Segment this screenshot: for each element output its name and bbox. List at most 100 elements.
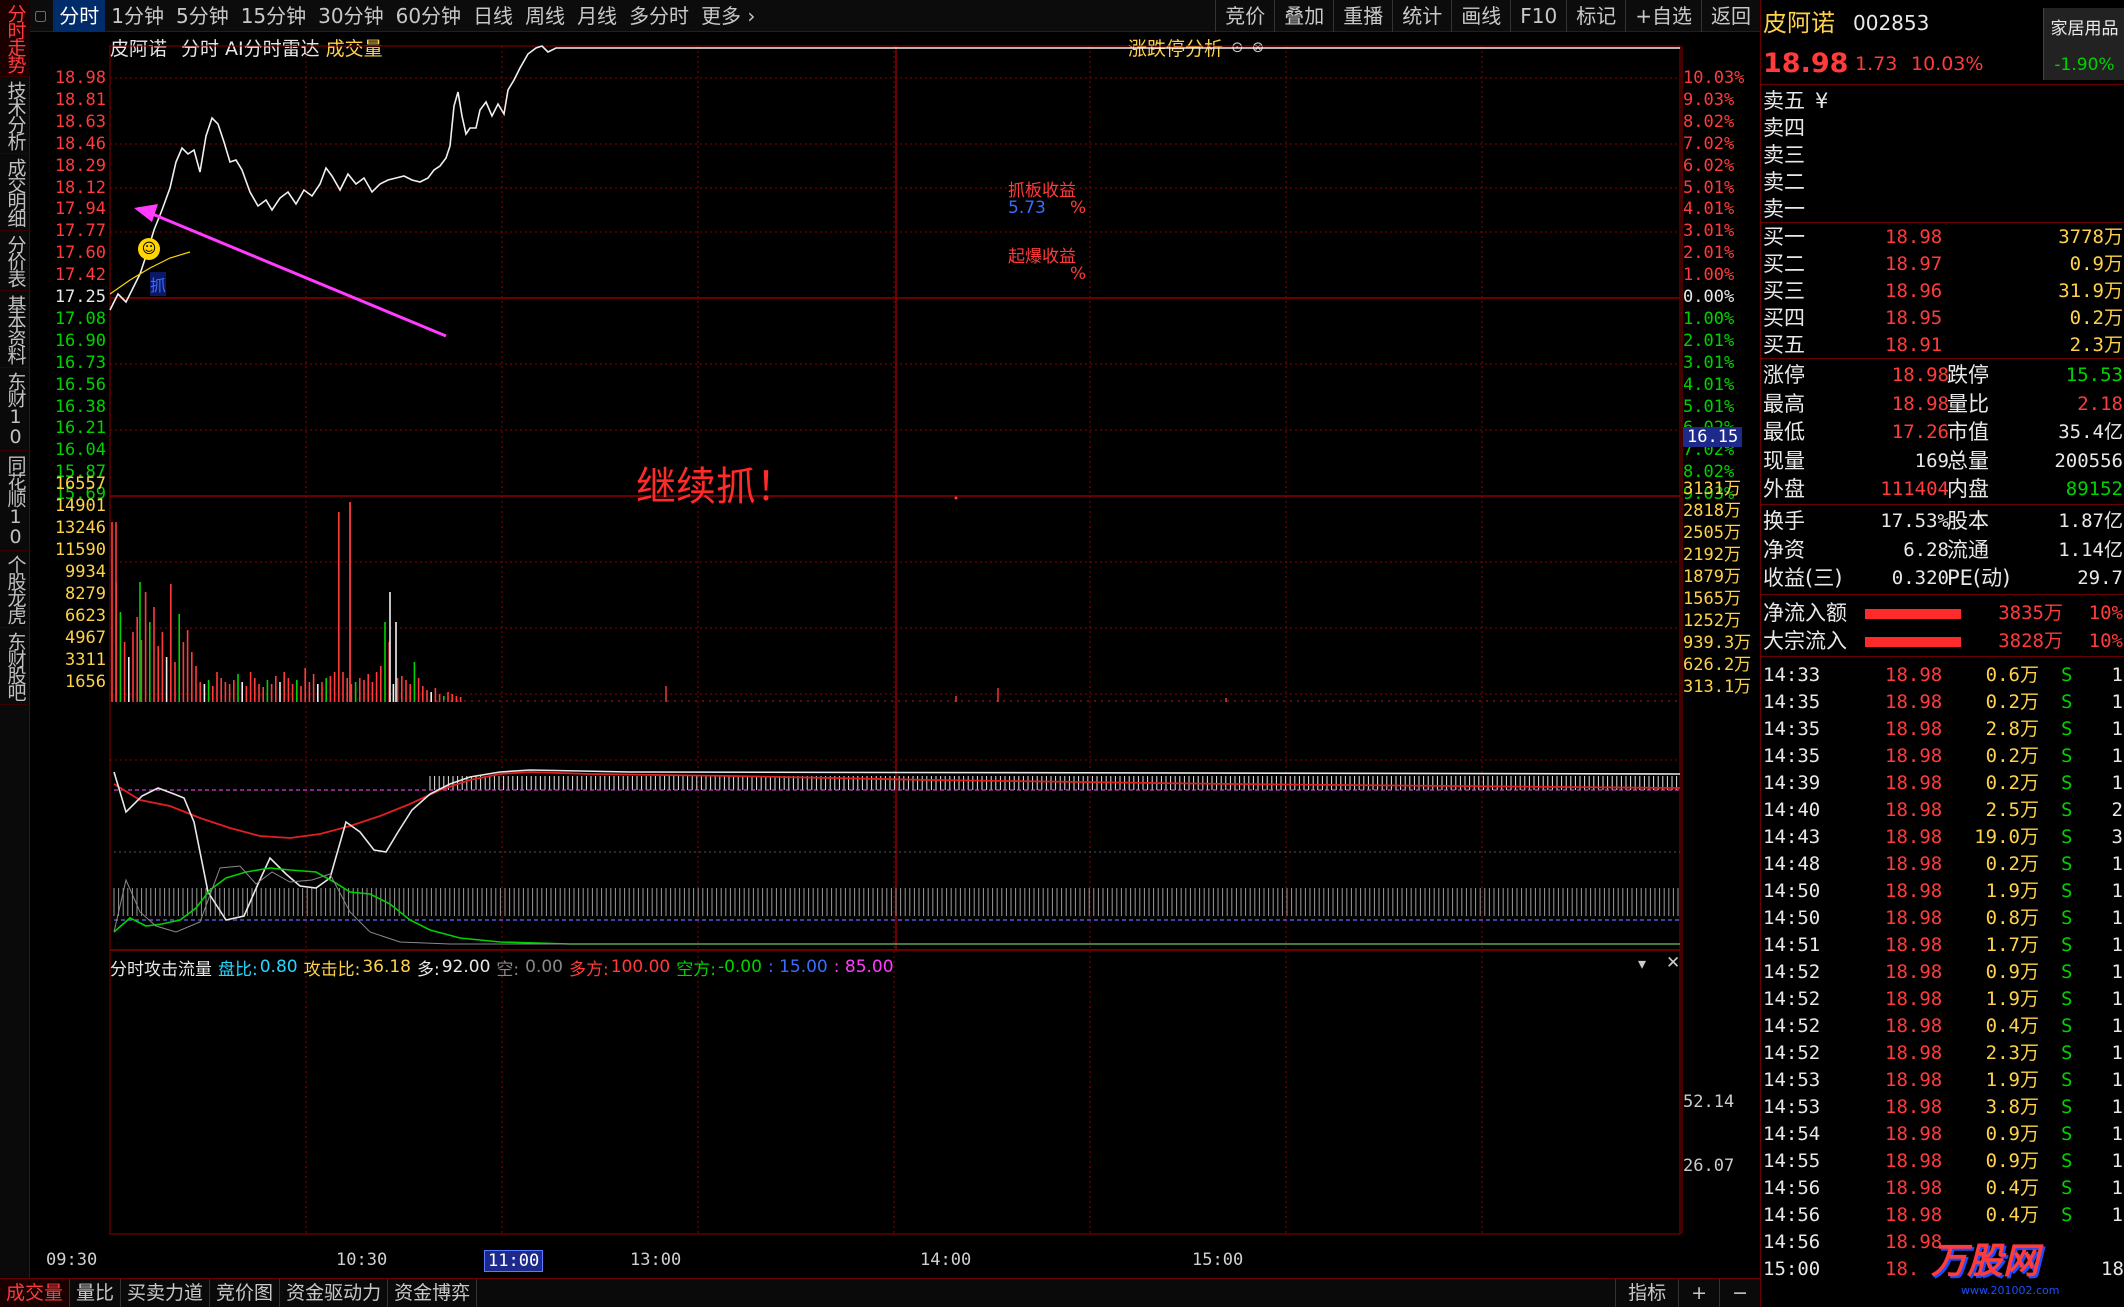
tick-price: 18.98 bbox=[1885, 880, 1943, 902]
tick-row: 14:33 18.98 0.6万 S 1 bbox=[1761, 662, 2124, 689]
last-price: 18.98 bbox=[1763, 48, 1849, 79]
bottom-tab[interactable]: 买卖力道 bbox=[121, 1279, 211, 1307]
pct-tick-right: 8.02% bbox=[1683, 111, 1735, 132]
left-tab[interactable]: 技术分析 bbox=[0, 77, 30, 154]
sector-name: 家居用品 bbox=[2050, 19, 2119, 39]
indicator-close-icon[interactable]: ✕ bbox=[1666, 953, 1680, 973]
tick-volume: 0.6万 bbox=[1985, 664, 2039, 686]
price-tick-left: 18.46 bbox=[54, 133, 106, 154]
stat-value: 200556 bbox=[2054, 449, 2123, 472]
tick-side: S bbox=[2061, 1015, 2073, 1037]
pan-value: 0.80 bbox=[259, 957, 298, 977]
bid-label: 买二 bbox=[1763, 252, 1805, 276]
pct-tick-right: 4.01% bbox=[1683, 199, 1735, 220]
tick-count: 1 bbox=[2111, 691, 2123, 713]
tick-side: S bbox=[2061, 745, 2073, 767]
bottom-control[interactable]: 指标 bbox=[1615, 1279, 1678, 1307]
tick-volume: 3.8万 bbox=[1985, 1096, 2039, 1118]
period-tab[interactable]: 多分时 bbox=[623, 0, 695, 32]
tick-price: 18.98 bbox=[1885, 664, 1943, 686]
ask-label: 卖四 bbox=[1763, 116, 1805, 140]
indicator-axis-2: 26.07 bbox=[1683, 1156, 1735, 1176]
tick-side: S bbox=[2061, 1042, 2073, 1064]
toolbar-button[interactable]: 统计 bbox=[1392, 0, 1451, 32]
left-tab[interactable]: 基本资料 bbox=[0, 291, 30, 368]
chart-canvas bbox=[109, 45, 1683, 1235]
toolbar-button[interactable]: F10 bbox=[1510, 0, 1566, 32]
tick-row: 14:50 18.98 0.8万 S 1 bbox=[1761, 905, 2124, 932]
tick-count: 1 bbox=[2111, 907, 2123, 929]
left-tab[interactable]: 成交明细 bbox=[0, 154, 30, 231]
pan-label: 盘比: bbox=[218, 959, 258, 980]
indicator-dropdown-icon[interactable]: ▾ bbox=[1638, 954, 1646, 973]
period-tab[interactable]: 周线 bbox=[519, 0, 571, 32]
toolbar-button[interactable]: 画线 bbox=[1451, 0, 1510, 32]
price-tick-left: 16.38 bbox=[54, 396, 106, 417]
left-tab[interactable]: 东财股吧 bbox=[0, 628, 30, 705]
tick-time: 14:33 bbox=[1763, 664, 1821, 686]
stat-value: 17.26 bbox=[1891, 421, 1949, 443]
period-tab[interactable]: 60分钟 bbox=[390, 0, 467, 32]
tick-price: 18.98 bbox=[1885, 718, 1943, 740]
left-tab[interactable]: 同花顺10 bbox=[0, 451, 30, 551]
ask-row: 卖二 bbox=[1761, 169, 2124, 196]
tick-time: 14:53 bbox=[1763, 1069, 1821, 1091]
bottom-tab[interactable]: 资金驱动力 bbox=[280, 1279, 389, 1307]
toolbar-button[interactable]: 标记 bbox=[1566, 0, 1625, 32]
stat-label: 收益(三) bbox=[1763, 566, 1843, 590]
period-tab[interactable]: 1分钟 bbox=[105, 0, 170, 32]
left-tab[interactable]: 东财10 bbox=[0, 368, 30, 451]
window-toggle-icon[interactable]: ▢ bbox=[34, 8, 47, 24]
toolbar-button[interactable]: +自选 bbox=[1625, 0, 1701, 32]
tick-time: 14:39 bbox=[1763, 772, 1821, 794]
period-tab[interactable]: 30分钟 bbox=[312, 0, 389, 32]
period-tab[interactable]: 日线 bbox=[467, 0, 519, 32]
left-tab[interactable]: 个股龙虎 bbox=[0, 551, 30, 628]
indicator-name[interactable]: 分时攻击流量 bbox=[110, 955, 212, 980]
tick-price: 18.98 bbox=[1885, 907, 1943, 929]
price-tick-left: 17.60 bbox=[54, 243, 106, 264]
time-tick: 13:00 bbox=[630, 1250, 682, 1270]
left-tab[interactable]: 分时走势 bbox=[0, 0, 30, 77]
toolbar-button[interactable]: 返回 bbox=[1701, 0, 1760, 32]
tick-side: S bbox=[2061, 961, 2073, 983]
tick-row: 14:50 18.98 1.9万 S 1 bbox=[1761, 878, 2124, 905]
tick-volume: 1.9万 bbox=[1985, 1069, 2039, 1091]
watermark-url: www.201002.com bbox=[1961, 1284, 2060, 1297]
period-tab[interactable]: 15分钟 bbox=[235, 0, 312, 32]
toolbar-button[interactable]: 叠加 bbox=[1274, 0, 1333, 32]
tick-volume: 0.9万 bbox=[1985, 1123, 2039, 1145]
toolbar-button[interactable]: 重播 bbox=[1333, 0, 1392, 32]
bottom-control[interactable]: + bbox=[1678, 1279, 1719, 1307]
bid-price: 18.97 bbox=[1885, 253, 1943, 275]
period-tab[interactable]: 分时 bbox=[53, 0, 106, 32]
stat-label: 现量 bbox=[1763, 448, 1805, 473]
tick-time: 14:52 bbox=[1763, 1015, 1821, 1037]
stat-value: 18.98 bbox=[1891, 364, 1949, 386]
period-tab[interactable]: 月线 bbox=[571, 0, 623, 32]
bottom-control[interactable]: − bbox=[1719, 1279, 1760, 1307]
left-tab[interactable]: 分价表 bbox=[0, 231, 30, 291]
bottom-tab[interactable]: 竞价图 bbox=[210, 1279, 281, 1307]
period-tab[interactable]: 5分钟 bbox=[170, 0, 235, 32]
bottom-tab[interactable]: 成交量 bbox=[0, 1279, 71, 1307]
intraday-chart[interactable]: 皮阿诺 分时 AI分时雷达 成交量 涨跌停分析 ⊙ ⊗ 18.98 18.81 18… bbox=[30, 32, 1760, 1280]
volume-tick-left: 4967 bbox=[65, 628, 106, 648]
tick-count: 1 bbox=[2111, 961, 2123, 983]
tick-volume: 0.4万 bbox=[1985, 1177, 2039, 1199]
ask-label: 卖三 bbox=[1763, 143, 1805, 167]
bottom-tab[interactable]: 资金博弈 bbox=[388, 1279, 478, 1307]
period-tab[interactable]: 更多 › bbox=[695, 0, 761, 32]
tick-volume: 0.4万 bbox=[1985, 1015, 2039, 1037]
toolbar-button[interactable]: 竞价 bbox=[1215, 0, 1274, 32]
time-tick: 11:00 bbox=[484, 1250, 544, 1272]
duo-value: 92.00 bbox=[441, 957, 491, 977]
price-tick-left: 17.42 bbox=[54, 265, 106, 286]
tick-count: 1 bbox=[2111, 853, 2123, 875]
tick-count: 1 bbox=[2111, 934, 2123, 956]
bottom-tab[interactable]: 量比 bbox=[70, 1279, 122, 1307]
callout-text: 继续抓！ bbox=[636, 464, 796, 510]
price-tick-left: 16.04 bbox=[54, 440, 106, 461]
volume-tick-right: 313.1万 bbox=[1683, 677, 1752, 697]
price-tick-left: 17.25 bbox=[54, 287, 106, 307]
